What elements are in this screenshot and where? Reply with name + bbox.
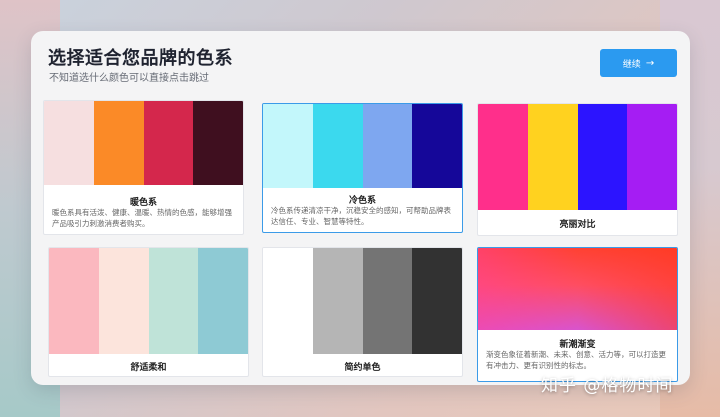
card-description: 冷色系传递清凉干净，沉稳安全的感知，可帮助品牌表达信任、专业、智慧等特性。: [271, 206, 451, 226]
card-bright-contrast[interactable]: 亮丽对比: [477, 103, 678, 236]
swatch: [143, 101, 194, 185]
swatch: [93, 101, 144, 185]
swatch: [49, 248, 99, 354]
card-soft-colors[interactable]: 舒适柔和: [48, 247, 249, 377]
continue-button[interactable]: 继续 →: [600, 49, 677, 77]
swatch: [577, 104, 628, 210]
swatch: [478, 104, 528, 210]
gradient-swatch: [478, 248, 677, 330]
swatch: [44, 101, 94, 185]
swatch: [527, 104, 578, 210]
card-title: 亮丽对比: [559, 220, 596, 230]
card-warm-colors[interactable]: 暖色系 暖色系具有活泼、健康、温暖、热情的色感，能够增强产品吸引力刺激消费者购买…: [43, 100, 244, 235]
swatch: [312, 104, 363, 188]
card-description: 渐变色象征着新潮、未来、创意、活力等，可以打造更有冲击力、更有识别性的标志。: [486, 350, 666, 370]
page-subtitle: 不知道选什么颜色可以直接点击跳过: [49, 73, 209, 84]
swatch: [312, 248, 363, 354]
swatch: [362, 104, 413, 188]
card-description: 暖色系具有活泼、健康、温暖、热情的色感，能够增强产品吸引力刺激消费者购买。: [52, 208, 232, 228]
palette-swatches: [263, 104, 462, 188]
swatch: [148, 248, 199, 354]
card-title: 新潮渐变: [559, 340, 596, 350]
color-scheme-panel: 选择适合您品牌的色系 不知道选什么颜色可以直接点击跳过 继续 → 暖色系 暖色系…: [31, 31, 690, 385]
palette-swatches: [263, 248, 462, 354]
palette-swatches: [478, 104, 677, 210]
card-monochrome[interactable]: 简约单色: [262, 247, 463, 377]
swatch: [263, 104, 313, 188]
card-title: 暖色系: [129, 198, 157, 208]
swatch: [193, 101, 243, 185]
gradient-preview: [478, 248, 677, 330]
watermark-text: 知乎 @格物时间: [541, 376, 674, 396]
swatch: [362, 248, 413, 354]
arrow-right-icon: →: [645, 57, 655, 69]
palette-swatches: [44, 101, 243, 185]
swatch: [98, 248, 149, 354]
palette-swatches: [49, 248, 248, 354]
swatch: [412, 248, 462, 354]
card-title: 简约单色: [344, 363, 381, 373]
card-title: 冷色系: [348, 196, 376, 206]
swatch: [198, 248, 248, 354]
swatch: [627, 104, 677, 210]
continue-label: 继续: [622, 59, 641, 70]
swatch: [263, 248, 313, 354]
card-title: 舒适柔和: [130, 363, 167, 373]
page-title: 选择适合您品牌的色系: [48, 48, 233, 69]
card-cool-colors[interactable]: 冷色系 冷色系传递清凉干净，沉稳安全的感知，可帮助品牌表达信任、专业、智慧等特性…: [262, 103, 463, 233]
card-trendy-gradient[interactable]: 新潮渐变 渐变色象征着新潮、未来、创意、活力等，可以打造更有冲击力、更有识别性的…: [477, 247, 678, 382]
swatch: [412, 104, 462, 188]
